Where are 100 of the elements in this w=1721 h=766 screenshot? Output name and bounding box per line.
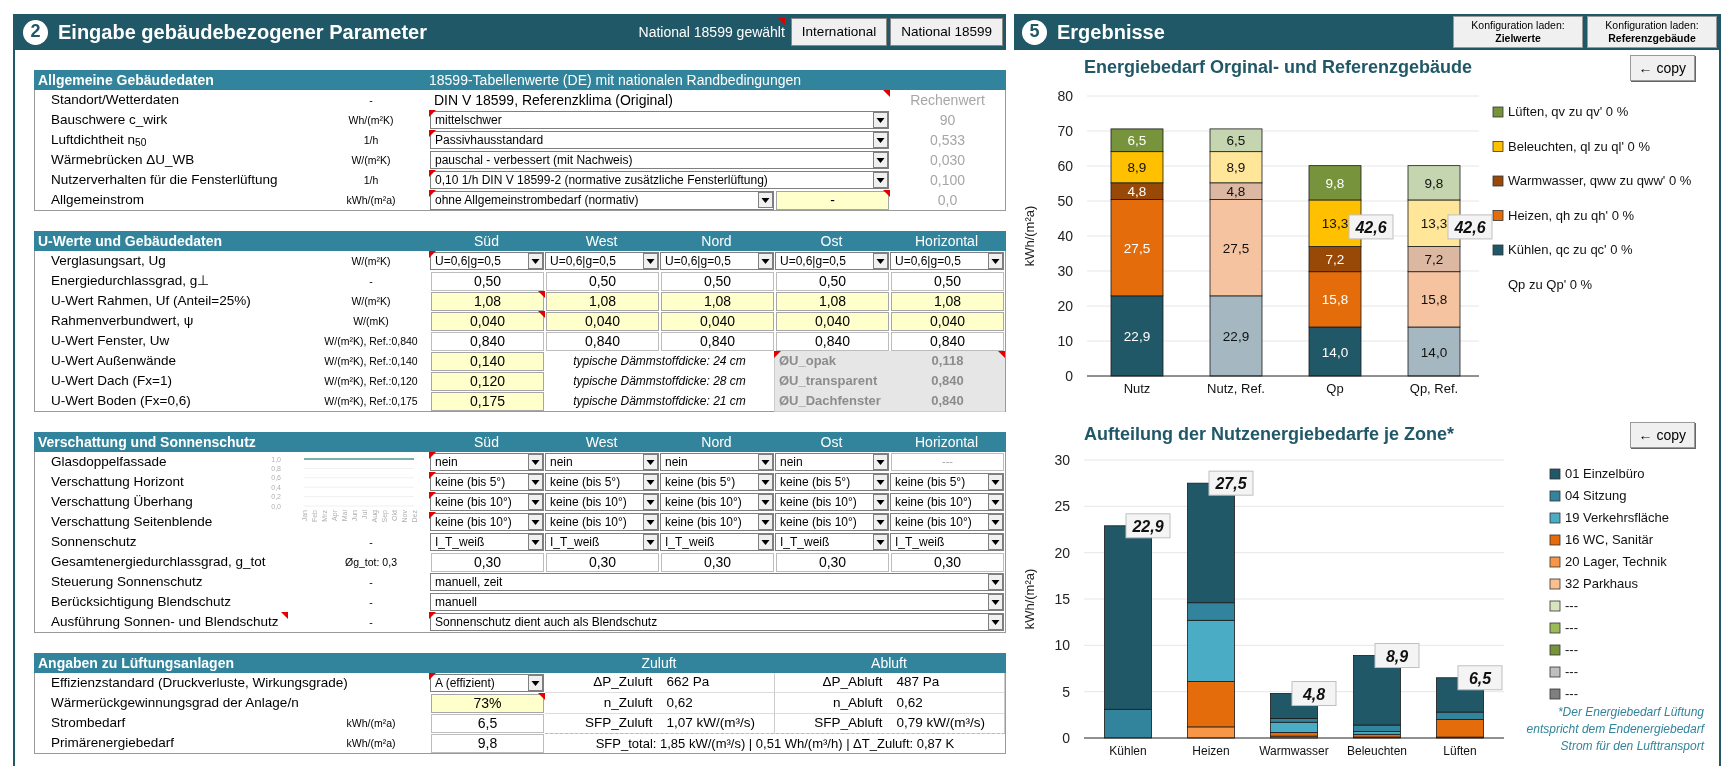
legend-label: Beleuchten, ql zu ql' 0 %: [1508, 138, 1650, 154]
value-cell: 0,840: [776, 332, 889, 351]
value-cell: 0,30: [546, 553, 659, 572]
data-label: 8,9: [1127, 160, 1147, 176]
legend-label: 01 Einzelbüro: [1565, 466, 1645, 481]
annotation: 42,6: [1354, 218, 1387, 236]
row-label: Wärmerückgewinnungsgrad der Anlage/n: [51, 695, 299, 712]
axis-tick-label: 20: [1057, 298, 1073, 314]
row-label: Nutzerverhalten für die Fensterlüftung: [51, 171, 278, 189]
category-label: Nutz: [1123, 381, 1151, 396]
axis-tick-label: 0: [1062, 730, 1070, 746]
value-cell: 0,30: [776, 553, 889, 572]
parameter-value: 662 Pa: [666, 674, 711, 691]
row-label: U-Wert Außenwände: [51, 353, 177, 370]
total-callout: 27,5: [1208, 470, 1254, 496]
step-number: 2: [23, 19, 48, 45]
row-label: U-Wert Dach (Fx=1): [51, 373, 172, 390]
axis-tick-label: 25: [1054, 498, 1070, 515]
data-label: 15,8: [1321, 292, 1349, 308]
legend-label: Warmwasser, qww zu qww' 0 %: [1508, 173, 1692, 188]
reference-value: 90: [939, 111, 956, 129]
unit-label: -: [369, 275, 373, 288]
data-label: 22,9: [1123, 328, 1151, 344]
annotation: 27,5: [1214, 475, 1248, 493]
annotation: 22,9: [1131, 517, 1164, 535]
column-header: Süd: [473, 232, 500, 250]
data-label: 4,8: [1226, 184, 1246, 200]
data-label: 15,8: [1420, 292, 1448, 308]
column-header: Ost: [819, 433, 844, 451]
parameter-name: ΔP_Zuluft: [592, 674, 653, 691]
legend-label: ---: [1565, 664, 1578, 679]
unit-label: W/(m²K), Ref.:0,140: [324, 355, 418, 368]
insulation-hint: typische Dämmstoffdicke: 28 cm: [573, 374, 746, 389]
legend-label: ---: [1565, 686, 1578, 701]
insulation-hint: typische Dämmstoffdicke: 24 cm: [573, 354, 746, 369]
data-label: 9,8: [1424, 175, 1444, 191]
value-cell: 0,30: [661, 553, 774, 572]
category-label: Qp: [1326, 381, 1344, 396]
unit-label: -: [369, 615, 373, 629]
row-label: Steuerung Sonnenschutz: [51, 573, 203, 591]
reference-value: 0,0: [937, 192, 958, 209]
column-header: Nord: [700, 433, 733, 451]
unit-label: kWh/(m²a): [346, 194, 396, 207]
parameter-name: ΔP_Abluft: [821, 674, 883, 691]
total-callout: 4,8: [1291, 681, 1337, 706]
unit-label: 1/h: [363, 173, 379, 187]
legend-label: Kühlen, qc zu qc' 0 %: [1508, 242, 1633, 257]
row-label: Berücksichtigung Blendschutz: [51, 593, 232, 611]
row-label: Luftdichtheit n$_{50}$: [51, 131, 147, 149]
data-label: 13,3: [1420, 216, 1448, 232]
axis-title: kWh/(m²a): [1022, 568, 1037, 630]
value-cell: 0,50: [891, 272, 1004, 291]
computed-label: ØU_Dachfenster: [775, 391, 890, 412]
annotation: 8,9: [1385, 647, 1409, 665]
axis-tick-label: 15: [1054, 591, 1070, 607]
axis-tick-label: 10: [1054, 637, 1070, 654]
row-label: Verglasungsart, Ug: [51, 252, 166, 270]
value-cell: 0,30: [431, 553, 544, 572]
legend-label: 19 Verkehrsfläche: [1565, 510, 1670, 525]
row-label: Verschattung Horizont: [51, 473, 184, 491]
computed-label: ØU_opak: [775, 351, 890, 372]
parameter-name: SFP_Abluft: [813, 714, 883, 731]
section-title: Verschattung und Sonnenschutz: [37, 433, 257, 451]
parameter-name: SFP_Zuluft: [583, 714, 653, 731]
column-header: Nord: [700, 232, 733, 250]
column-header: Abluft: [870, 654, 908, 672]
summary-text: SFP_total: 1,85 kW/(m³/s) | 0,51 Wh/(m³/h) | ΔT_Zuluft: 0,87 K: [595, 736, 955, 752]
total-callout: 42,6: [1447, 214, 1493, 240]
axis-tick-label: 0: [1065, 368, 1073, 384]
row-label: U-Wert Fenster, Uw: [51, 333, 170, 350]
parameter-value: 0,62: [666, 694, 694, 711]
data-label: 14,0: [1321, 344, 1349, 360]
row-label: Primärenergiebedarf: [51, 735, 175, 752]
category-label: Lüften: [1443, 744, 1477, 758]
legend-label: 04 Sitzung: [1565, 488, 1627, 503]
computed-value: 0,840: [890, 371, 1005, 392]
computed-label: ØU_transparent: [775, 371, 890, 392]
value-cell: 0,840: [546, 332, 659, 351]
data-label: 14,0: [1420, 344, 1448, 360]
chart-title: Energiebedarf Orginal- und Referenzgebäude: [1084, 57, 1473, 79]
column-header: Horizontal: [914, 232, 979, 250]
axis-tick-label: 50: [1057, 193, 1073, 209]
annotation: 4,8: [1301, 685, 1326, 703]
unit-label: W/(m²K), Ref.:0,120: [324, 375, 418, 388]
row-label: Glasdoppelfassade: [51, 453, 167, 471]
parameter-name: n_Zuluft: [602, 694, 653, 711]
row-label: Sonnenschutz: [51, 533, 137, 551]
row-label: Rahmenverbundwert, ψ: [51, 313, 194, 330]
category-label: Kühlen: [1109, 744, 1147, 758]
row-label: Gesamtenergiedurchlassgrad, g_tot: [51, 554, 266, 571]
section-subtitle: 18599-Tabellenwerte (DE) mit nationalen Randbedingungen: [429, 71, 803, 89]
axis-title: kWh/(m²a): [1022, 205, 1037, 267]
legend-label: Lüften, qv zu qv' 0 %: [1508, 104, 1629, 119]
section-title: Allgemeine Gebäudedaten: [37, 71, 215, 89]
value-cell: 0,840: [431, 332, 544, 351]
unit-label: W/(m²K), Ref.:0,175: [324, 395, 418, 408]
unit-label: -: [369, 595, 373, 609]
row-label: Effizienzstandard (Druckverluste, Wirkungsgrade): [51, 674, 348, 692]
value-cell: 6,5: [431, 714, 544, 733]
value-cell: 0,840: [891, 332, 1004, 351]
